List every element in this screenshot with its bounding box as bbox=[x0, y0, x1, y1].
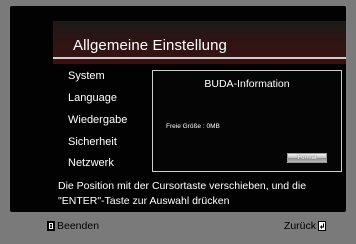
menu-item-netzwerk[interactable]: Netzwerk bbox=[68, 157, 114, 169]
menu-item-wiedergabe[interactable]: Wiedergabe bbox=[68, 114, 127, 126]
return-key-icon bbox=[318, 221, 326, 231]
exit-key-icon bbox=[47, 221, 55, 231]
menu-item-language[interactable]: Language bbox=[68, 92, 117, 104]
exit-label: Beenden bbox=[57, 220, 100, 232]
back-button[interactable]: Zurück bbox=[284, 220, 326, 232]
help-text: Die Position mit der Cursortaste verschi… bbox=[58, 180, 307, 207]
title-underline bbox=[53, 57, 346, 59]
format-button[interactable]: Format bbox=[287, 153, 327, 163]
free-size-text: Freie Größe : 0MB bbox=[166, 123, 220, 130]
exit-button[interactable]: Beenden bbox=[47, 220, 99, 232]
menu-item-sicherheit[interactable]: Sicherheit bbox=[68, 136, 117, 148]
panel-title: BUDA-Information bbox=[204, 78, 290, 90]
page-title: Allgemeine Einstellung bbox=[73, 37, 227, 54]
back-label: Zurück bbox=[283, 220, 316, 232]
menu-item-system[interactable]: System bbox=[68, 70, 105, 82]
buda-info-panel: BUDA-Information Freie Größe : 0MB Forma… bbox=[152, 70, 342, 172]
